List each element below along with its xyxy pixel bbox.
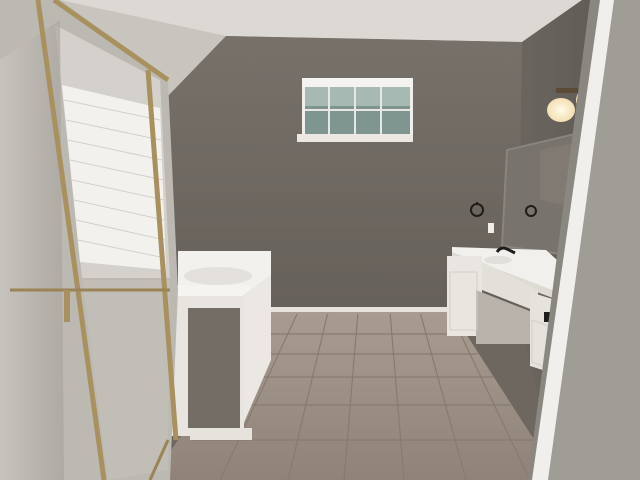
sink-basin [484, 256, 512, 264]
shower-door-handle [64, 290, 70, 322]
bathroom-photo [0, 0, 640, 480]
shower-enclosure [0, 0, 179, 480]
window-blind [302, 78, 413, 87]
window [297, 78, 413, 142]
light-switch [488, 223, 494, 233]
window-sill [297, 134, 413, 142]
